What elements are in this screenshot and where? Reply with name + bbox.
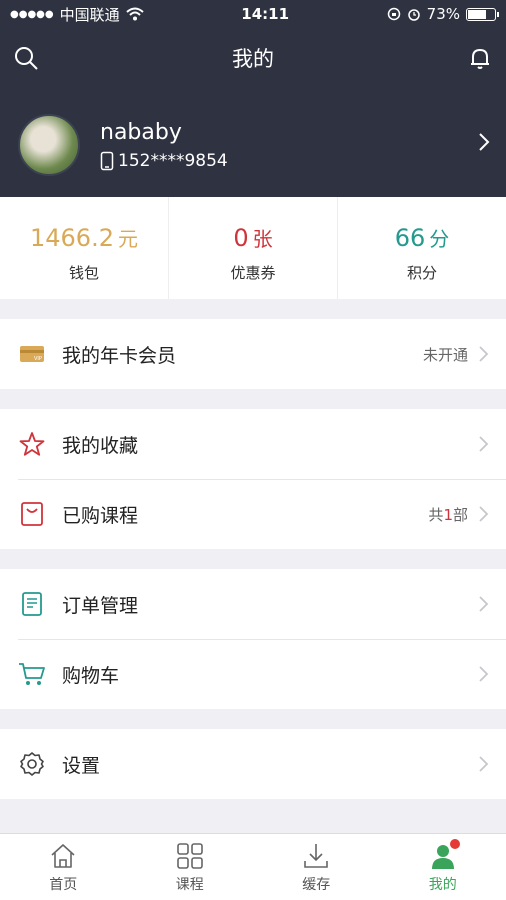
vip-group: VIP 我的年卡会员 未开通 (0, 319, 506, 389)
menu-item-vip[interactable]: VIP 我的年卡会员 未开通 (0, 319, 506, 389)
chevron-right-icon (479, 436, 489, 452)
coupon-value: 0 (233, 224, 249, 252)
chevron-right-icon (479, 346, 489, 362)
alarm-icon (407, 9, 420, 21)
bell-icon[interactable] (466, 44, 494, 72)
wallet-label: 钱包 (68, 264, 99, 282)
wallet-stat[interactable]: 1466.2 元 钱包 (0, 197, 169, 299)
profile-card[interactable]: nababy 152****9854 (0, 100, 506, 190)
vip-status: 未开通 (422, 345, 468, 364)
tab-mine[interactable]: 我的 (380, 834, 506, 900)
menu-item-favorites[interactable]: 我的收藏 (0, 409, 506, 479)
search-icon[interactable] (12, 44, 40, 72)
menu-item-orders[interactable]: 订单管理 (0, 569, 506, 639)
home-icon (51, 843, 75, 868)
avatar[interactable] (18, 114, 80, 176)
svg-text:VIP: VIP (34, 356, 42, 362)
menu-item-cart[interactable]: 购物车 (0, 639, 506, 709)
settings-group: 设置 (0, 729, 506, 799)
menu-label-cart: 购物车 (62, 664, 120, 687)
menu-label-orders: 订单管理 (62, 594, 139, 617)
tab-cache[interactable]: 缓存 (253, 834, 380, 900)
points-stat[interactable]: 66 分 积分 (338, 197, 506, 299)
signal-icon: ●●●●● (10, 8, 54, 20)
cart-icon (18, 660, 46, 688)
coupon-unit: 张 (252, 227, 273, 251)
chevron-right-icon (479, 506, 489, 522)
bag-icon (18, 500, 46, 528)
orders-group: 订单管理 购物车 (0, 569, 506, 709)
tab-home[interactable]: 首页 (0, 834, 127, 900)
nav-bar: 我的 (0, 28, 506, 88)
rotation-lock-icon (387, 7, 400, 21)
wallet-unit: 元 (117, 227, 138, 251)
download-icon (304, 843, 329, 868)
username: nababy (100, 119, 182, 145)
points-value: 66 (394, 224, 426, 252)
chevron-right-icon (479, 596, 489, 612)
page-title: 我的 (232, 47, 274, 71)
menu-label-favorites: 我的收藏 (62, 434, 139, 457)
tab-label-courses: 课程 (175, 876, 204, 893)
tab-label-home: 首页 (49, 876, 78, 893)
status-time: 14:11 (241, 5, 290, 23)
chevron-right-icon (479, 666, 489, 682)
wallet-value: 1466.2 (30, 224, 114, 252)
phone-number: 152****9854 (118, 150, 228, 171)
menu-item-settings[interactable]: 设置 (0, 729, 506, 799)
purchased-count: 共1部 (428, 505, 468, 524)
phone-icon (100, 151, 114, 170)
vip-card-icon: VIP (18, 340, 46, 368)
star-icon (18, 430, 46, 458)
menu-item-purchased[interactable]: 已购课程 共1部 (0, 479, 506, 549)
points-label: 积分 (406, 264, 437, 282)
collection-group: 我的收藏 已购课程 共1部 (0, 409, 506, 549)
document-icon (18, 590, 46, 618)
status-bar: ●●●●● 中国联通 14:11 73% (0, 0, 506, 28)
chevron-right-icon (479, 133, 490, 151)
tab-courses[interactable]: 课程 (127, 834, 254, 900)
menu-label-settings: 设置 (62, 754, 101, 777)
tab-label-cache: 缓存 (302, 876, 331, 893)
header-section: ●●●●● 中国联通 14:11 73% 我的 nababy 152****98… (0, 0, 506, 197)
stats-bar: 1466.2 元 钱包 0张 优惠券 66 分 积分 (0, 197, 506, 299)
grid-icon (176, 842, 203, 869)
gear-icon (18, 750, 46, 778)
points-unit: 分 (429, 227, 450, 251)
notification-badge (449, 839, 460, 849)
coupon-stat[interactable]: 0张 优惠券 (169, 197, 338, 299)
carrier-label: 中国联通 (59, 5, 120, 24)
tab-bar: 首页 课程 缓存 我的 (0, 833, 506, 900)
chevron-right-icon (479, 756, 489, 772)
menu-label-purchased: 已购课程 (62, 504, 139, 527)
wifi-icon (125, 7, 144, 21)
battery-percent: 73% (426, 5, 460, 23)
battery-icon (466, 7, 499, 21)
coupon-label: 优惠券 (230, 264, 276, 282)
tab-label-mine: 我的 (428, 876, 457, 893)
menu-label-vip: 我的年卡会员 (62, 344, 177, 367)
